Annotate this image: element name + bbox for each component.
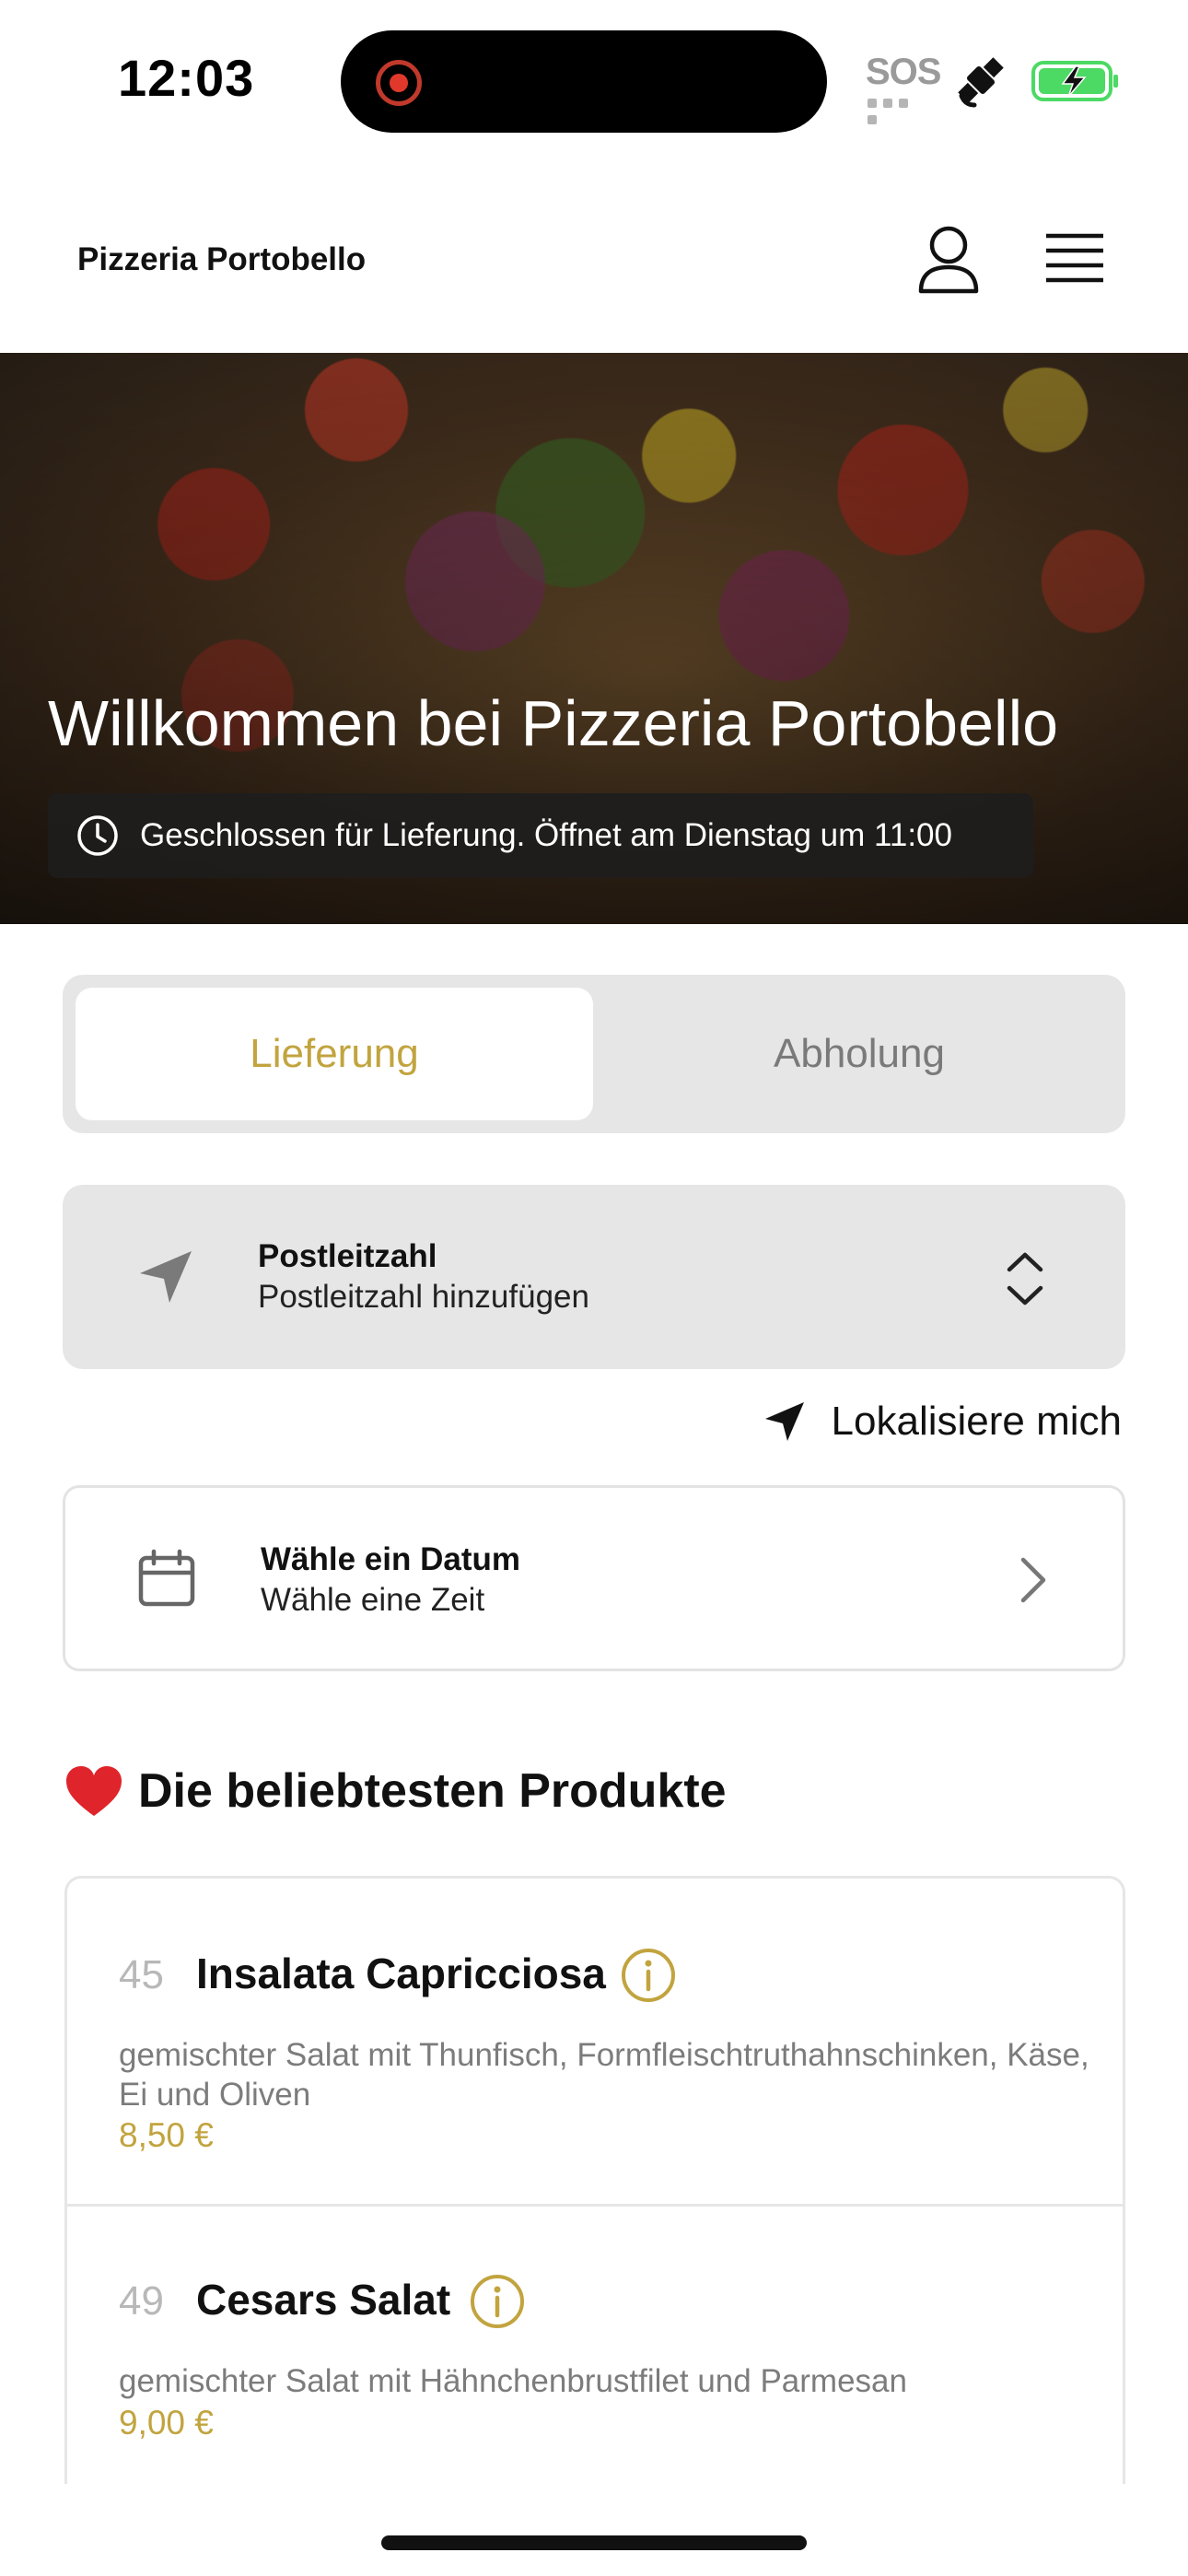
schedule-selector[interactable]: Wähle ein Datum Wähle eine Zeit [63, 1485, 1125, 1671]
battery-charging-icon [1031, 61, 1118, 101]
opening-hours-notice: Geschlossen für Lieferung. Öffnet am Die… [48, 793, 1033, 878]
location-arrow-icon [764, 1402, 804, 1441]
product-price: 9,00 € [119, 2404, 214, 2441]
info-icon[interactable] [620, 1947, 677, 2004]
hamburger-menu-icon[interactable] [1044, 230, 1105, 286]
date-label: Wähle ein Datum [261, 1541, 520, 1577]
home-indicator[interactable] [381, 2535, 807, 2550]
postcode-value: Postleitzahl hinzufügen [258, 1279, 589, 1315]
status-bar: 12:03 SOS [0, 0, 1188, 157]
section-title: Die beliebtesten Produkte [138, 1764, 727, 1818]
info-icon[interactable] [469, 2273, 526, 2330]
product-list: 45 Insalata Capricciosa gemischter Salat… [64, 1876, 1125, 2484]
product-description: gemischter Salat mit Thunfisch, Formflei… [119, 2037, 1089, 2113]
recording-indicator-icon [376, 60, 422, 106]
delivery-tab[interactable]: Lieferung [76, 988, 593, 1120]
app-header: Pizzeria Portobello [0, 184, 1188, 352]
product-card[interactable]: 45 Insalata Capricciosa gemischter Salat… [67, 1879, 1123, 2207]
pickup-tab[interactable]: Abholung [606, 988, 1112, 1120]
restaurant-title[interactable]: Pizzeria Portobello [77, 241, 366, 278]
popular-products-heading: Die beliebtesten Produkte [64, 1763, 727, 1819]
status-time: 12:03 [118, 49, 255, 107]
opening-hours-text: Geschlossen für Lieferung. Öffnet am Die… [140, 817, 952, 853]
product-number: 49 [119, 2278, 164, 2324]
order-mode-toggle: Lieferung Abholung [63, 975, 1125, 1133]
product-name: Insalata Capricciosa [196, 1950, 606, 1997]
heart-icon [66, 1766, 122, 1816]
dynamic-island [341, 30, 827, 133]
locate-me-label: Lokalisiere mich [831, 1399, 1122, 1444]
satellite-icon [958, 57, 1004, 108]
welcome-title: Willkommen bei Pizzeria Portobello [48, 687, 1059, 759]
chevron-up-down-icon [1007, 1252, 1043, 1306]
sos-indicator: SOS [866, 52, 941, 92]
product-number: 45 [119, 1952, 164, 1997]
product-name: Cesars Salat [196, 2276, 451, 2324]
user-account-icon[interactable] [915, 223, 982, 297]
postcode-selector[interactable]: Postleitzahl Postleitzahl hinzufügen [63, 1185, 1125, 1369]
calendar-icon [138, 1549, 195, 1607]
location-arrow-icon [140, 1251, 192, 1303]
chevron-right-icon [1020, 1557, 1046, 1603]
locate-me-button[interactable]: Lokalisiere mich [762, 1399, 1122, 1445]
product-card[interactable]: 49 Cesars Salat gemischter Salat mit Häh… [67, 2207, 1123, 2484]
product-price: 8,50 € [119, 2116, 214, 2154]
signal-dots-icon [868, 96, 928, 124]
time-label: Wähle eine Zeit [261, 1582, 485, 1618]
product-description: gemischter Salat mit Hähnchenbrustfilet … [119, 2363, 907, 2399]
hero-banner: Willkommen bei Pizzeria Portobello Gesch… [0, 353, 1188, 924]
postcode-label: Postleitzahl [258, 1238, 437, 1274]
clock-icon [77, 815, 118, 856]
